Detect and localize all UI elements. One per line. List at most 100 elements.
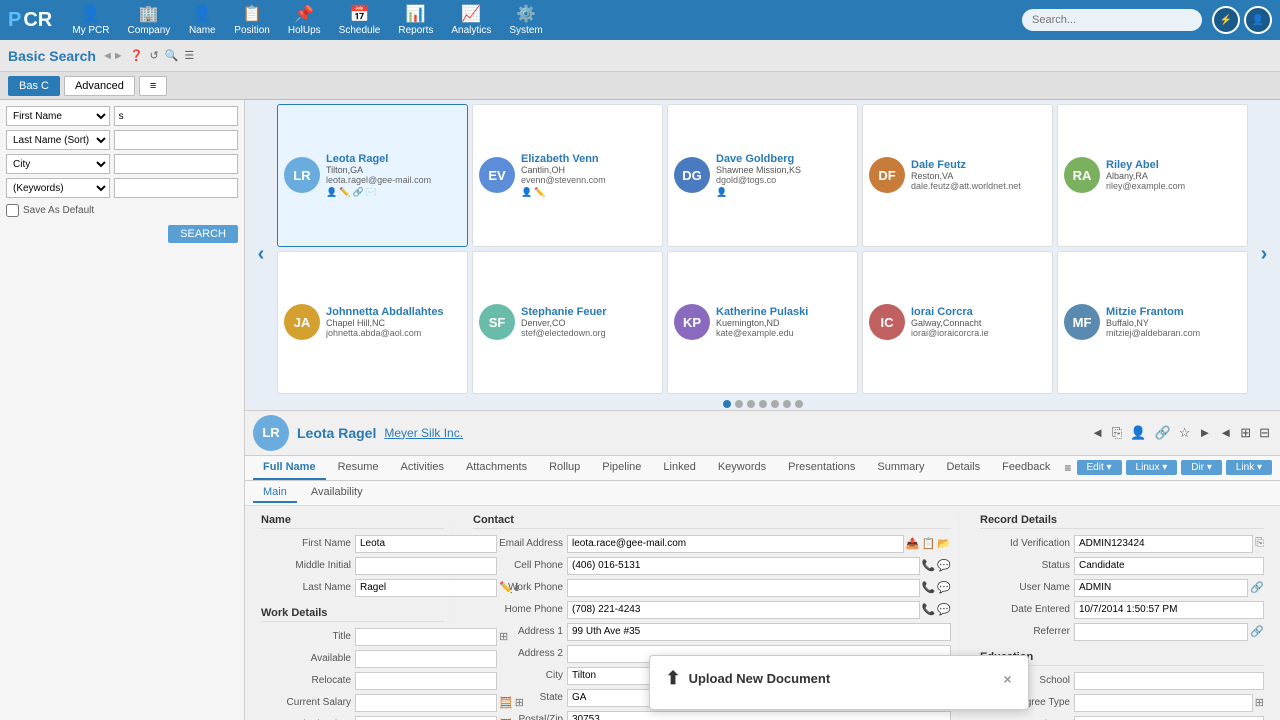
detail-copy-icon[interactable]: ⎘ — [1110, 423, 1124, 443]
card-df[interactable]: DF Dale Feutz Reston,VA dale.feutz@att.w… — [862, 104, 1053, 247]
username-input[interactable] — [1074, 579, 1248, 597]
card-edit-icon-ev[interactable]: ✏️ — [534, 187, 545, 198]
card-edit-icon[interactable]: ✏️ — [339, 187, 350, 198]
global-search-input[interactable] — [1022, 9, 1202, 31]
nav-mypcr[interactable]: 👤 My PCR — [64, 2, 117, 38]
id-verif-input[interactable] — [1074, 535, 1253, 553]
date-entered-input[interactable] — [1074, 601, 1264, 619]
last-name-select-wrapper[interactable]: Last Name (Sort) — [6, 130, 110, 150]
nav-holdup[interactable]: 📌 HolUps — [280, 2, 329, 38]
work-phone-input[interactable] — [567, 579, 920, 597]
tab-pipeline[interactable]: Pipeline — [592, 456, 651, 480]
tab-resume[interactable]: Resume — [328, 456, 389, 480]
email-send-icon[interactable]: 📤 — [906, 537, 920, 550]
tab-keywords[interactable]: Keywords — [708, 456, 776, 480]
nav-system[interactable]: ⚙️ System — [501, 2, 550, 38]
tab-presentations[interactable]: Presentations — [778, 456, 865, 480]
work-sms-icon[interactable]: 💬 — [937, 581, 951, 594]
referrer-link-icon[interactable]: 🔗 — [1250, 625, 1264, 638]
cell-phone-input[interactable] — [567, 557, 920, 575]
card-profile-icon-dg[interactable]: 👤 — [716, 187, 727, 198]
detail-person-icon[interactable]: 👤 — [1128, 423, 1148, 443]
tab-feedback[interactable]: Feedback — [992, 456, 1060, 480]
tab-more[interactable]: ≡ — [139, 76, 167, 96]
detail-star-icon[interactable]: ☆ — [1177, 423, 1193, 443]
search-icon[interactable]: 🔍 — [165, 49, 179, 62]
nav-schedule[interactable]: 📅 Schedule — [331, 2, 389, 38]
menu-icon[interactable]: ☰ — [184, 49, 194, 62]
grad-year-input[interactable] — [1074, 716, 1264, 720]
home-phone-input[interactable] — [567, 601, 920, 619]
nav-company[interactable]: 🏢 Company — [119, 2, 178, 38]
card-ja[interactable]: JA Johnnetta Abdallahtes Chapel Hill,NC … — [277, 251, 468, 394]
first-name-field-select[interactable]: First Name — [6, 106, 110, 126]
dir-button[interactable]: Dir ▾ — [1181, 460, 1222, 475]
user-menu[interactable]: ⚡ 👤 — [1212, 6, 1272, 34]
last-name-input[interactable] — [114, 130, 238, 150]
nav-position[interactable]: 📋 Position — [226, 2, 278, 38]
link-button[interactable]: Link ▾ — [1226, 460, 1272, 475]
detail-link-icon2[interactable]: 🔗 — [1153, 423, 1173, 443]
dot-6[interactable] — [783, 400, 791, 408]
tab-linked[interactable]: Linked — [653, 456, 705, 480]
email-open-icon[interactable]: 📂 — [937, 537, 951, 550]
card-profile-icon-ev[interactable]: 👤 — [521, 187, 532, 198]
card-ic[interactable]: IC Iorai Corcra Galway,Connacht iorai@io… — [862, 251, 1053, 394]
email-input[interactable] — [567, 535, 904, 553]
detail-prev-icon[interactable]: ◄ — [1217, 423, 1234, 443]
home-sms-icon[interactable]: 💬 — [937, 603, 951, 616]
card-link-icon[interactable]: 🔗 — [352, 187, 363, 198]
keywords-field-select[interactable]: (Keywords) — [6, 178, 110, 198]
work-call-icon[interactable]: 📞 — [922, 581, 936, 594]
dot-3[interactable] — [747, 400, 755, 408]
detail-forward-icon[interactable]: ► — [1196, 423, 1213, 443]
city-field-select[interactable]: City — [6, 154, 110, 174]
subtab-main[interactable]: Main — [253, 483, 297, 503]
keywords-input[interactable] — [114, 178, 238, 198]
detail-expand-icon[interactable]: ⊞ — [1238, 423, 1253, 443]
tab-full-name[interactable]: Full Name — [253, 456, 326, 480]
first-name-input[interactable] — [114, 106, 238, 126]
last-name-field-select[interactable]: Last Name (Sort) — [6, 130, 110, 150]
username-link-icon[interactable]: 🔗 — [1250, 581, 1264, 594]
referrer-input[interactable] — [1074, 623, 1248, 641]
detail-company-link[interactable]: Meyer Silk Inc. — [384, 426, 463, 440]
detail-back-icon[interactable]: ◄ — [1089, 423, 1106, 443]
school-input[interactable] — [1074, 672, 1264, 690]
cards-next-button[interactable]: › — [1252, 100, 1276, 410]
tab-basic[interactable]: Bas C — [8, 76, 60, 96]
postal-input[interactable] — [567, 711, 951, 720]
nav-name[interactable]: 👤 Name — [180, 2, 224, 38]
tab-details[interactable]: Details — [936, 456, 990, 480]
degree-type-input[interactable] — [1074, 694, 1253, 712]
home-call-icon[interactable]: 📞 — [922, 603, 936, 616]
dot-2[interactable] — [735, 400, 743, 408]
tab-attachments[interactable]: Attachments — [456, 456, 537, 480]
upload-close-button[interactable]: × — [1003, 671, 1011, 687]
tab-more-icon[interactable]: ≡ — [1064, 461, 1071, 475]
cards-prev-button[interactable]: ‹ — [249, 100, 273, 410]
first-name-select-wrapper[interactable]: First Name — [6, 106, 110, 126]
detail-grid-icon[interactable]: ⊟ — [1257, 423, 1272, 443]
card-sf[interactable]: SF Stephanie Feuer Denver,CO stef@electe… — [472, 251, 663, 394]
card-mf[interactable]: MF Mitzie Frantom Buffalo,NY mitziej@ald… — [1057, 251, 1248, 394]
cell-call-icon[interactable]: 📞 — [922, 559, 936, 572]
nav-reports[interactable]: 📊 Reports — [390, 2, 441, 38]
tab-advanced[interactable]: Advanced — [64, 76, 135, 96]
card-email-icon[interactable]: ✉️ — [366, 187, 377, 198]
help-icon[interactable]: ❓ — [130, 49, 144, 62]
cell-sms-icon[interactable]: 💬 — [937, 559, 951, 572]
tab-summary[interactable]: Summary — [867, 456, 934, 480]
email-copy-icon[interactable]: 📋 — [922, 537, 936, 550]
card-ev[interactable]: EV Elizabeth Venn Cantlin,OH evenn@steve… — [472, 104, 663, 247]
nav-analytics[interactable]: 📈 Analytics — [443, 2, 499, 38]
edit-button[interactable]: Edit ▾ — [1077, 460, 1122, 475]
dot-7[interactable] — [795, 400, 803, 408]
id-copy-icon[interactable]: ⎘ — [1255, 537, 1264, 550]
subtab-availability[interactable]: Availability — [301, 483, 373, 503]
tab-rollup[interactable]: Rollup — [539, 456, 590, 480]
card-kp[interactable]: KP Katherine Pulaski Kuemington,ND kate@… — [667, 251, 858, 394]
city-select-wrapper[interactable]: City — [6, 154, 110, 174]
linux-button[interactable]: Linux ▾ — [1126, 460, 1178, 475]
save-default-checkbox[interactable] — [6, 204, 19, 217]
